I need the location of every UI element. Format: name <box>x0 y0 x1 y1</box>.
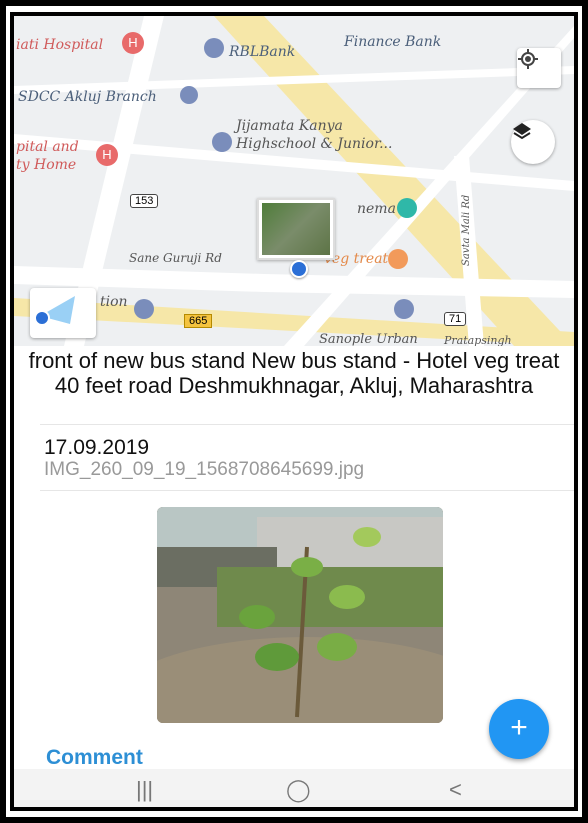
bank-icon-2[interactable] <box>394 299 414 319</box>
pratapsingh-label[interactable]: Pratapsingh <box>444 334 512 346</box>
sanople-label[interactable]: Sanople Urban <box>319 332 418 346</box>
station-icon[interactable] <box>134 299 154 319</box>
hospital-label-2-line1[interactable]: pital and <box>16 139 79 155</box>
photo-map-marker[interactable] <box>257 198 335 260</box>
highway-shield-153: 153 <box>130 194 159 208</box>
my-location-button[interactable] <box>517 48 561 88</box>
school-label-line1[interactable]: Jijamata Kanya <box>236 118 343 134</box>
school-label-line2[interactable]: Highschool & Junior... <box>236 136 392 152</box>
cinema-icon[interactable] <box>397 198 417 218</box>
divider <box>40 490 574 491</box>
road-label-sane-guruji: Sane Guruji Rd <box>129 251 222 265</box>
restaurant-icon[interactable] <box>388 249 408 269</box>
address-text: front of new bus stand New bus stand - H… <box>28 348 560 398</box>
add-button[interactable]: + <box>489 699 549 759</box>
divider <box>40 424 574 425</box>
photo-filename: IMG_260_09_19_1568708645699.jpg <box>44 459 365 480</box>
bank-icon[interactable] <box>204 38 224 58</box>
layers-button[interactable] <box>511 120 555 164</box>
highway-shield-71: 71 <box>444 312 467 326</box>
photo-date: 17.09.2019 <box>44 436 150 459</box>
station-label[interactable]: tion <box>100 294 128 310</box>
plant-photo-image <box>157 507 443 723</box>
map-roads <box>14 16 574 346</box>
layers-icon <box>513 123 531 140</box>
bank-label-rbl[interactable]: RBLBank <box>229 44 295 60</box>
phone-screen: iati Hospital H RBLBank Finance Bank SDC… <box>10 12 578 811</box>
school-icon[interactable] <box>212 132 232 152</box>
direction-cone-icon <box>34 296 75 326</box>
back-button[interactable]: < <box>449 777 462 803</box>
bank-icon-sdcc[interactable] <box>180 86 198 104</box>
compass-button[interactable] <box>30 288 96 338</box>
android-nav-bar: ||| ◯ < <box>14 769 574 807</box>
highway-shield-665: 665 <box>184 314 213 328</box>
location-dot-icon <box>290 260 308 278</box>
hospital-icon-2[interactable]: H <box>96 144 118 166</box>
road-label-savta-mali: Savta Mali Rd <box>461 194 472 266</box>
bank-label-sdcc[interactable]: SDCC Akluj Branch <box>18 89 157 105</box>
comment-label[interactable]: Comment <box>46 746 143 770</box>
home-button[interactable]: ◯ <box>286 777 311 803</box>
plant-photo[interactable] <box>157 507 443 723</box>
hospital-label-1[interactable]: iati Hospital <box>16 37 103 53</box>
hospital-icon[interactable]: H <box>122 32 144 54</box>
bank-label-finance[interactable]: Finance Bank <box>344 34 441 50</box>
recents-button[interactable]: ||| <box>136 777 153 803</box>
cinema-label[interactable]: nema <box>357 201 396 217</box>
map-view[interactable]: iati Hospital H RBLBank Finance Bank SDC… <box>14 16 574 346</box>
hospital-label-2-line2[interactable]: ty Home <box>16 157 76 173</box>
photo-marker-thumbnail <box>262 203 330 255</box>
crosshair-icon <box>518 49 538 69</box>
